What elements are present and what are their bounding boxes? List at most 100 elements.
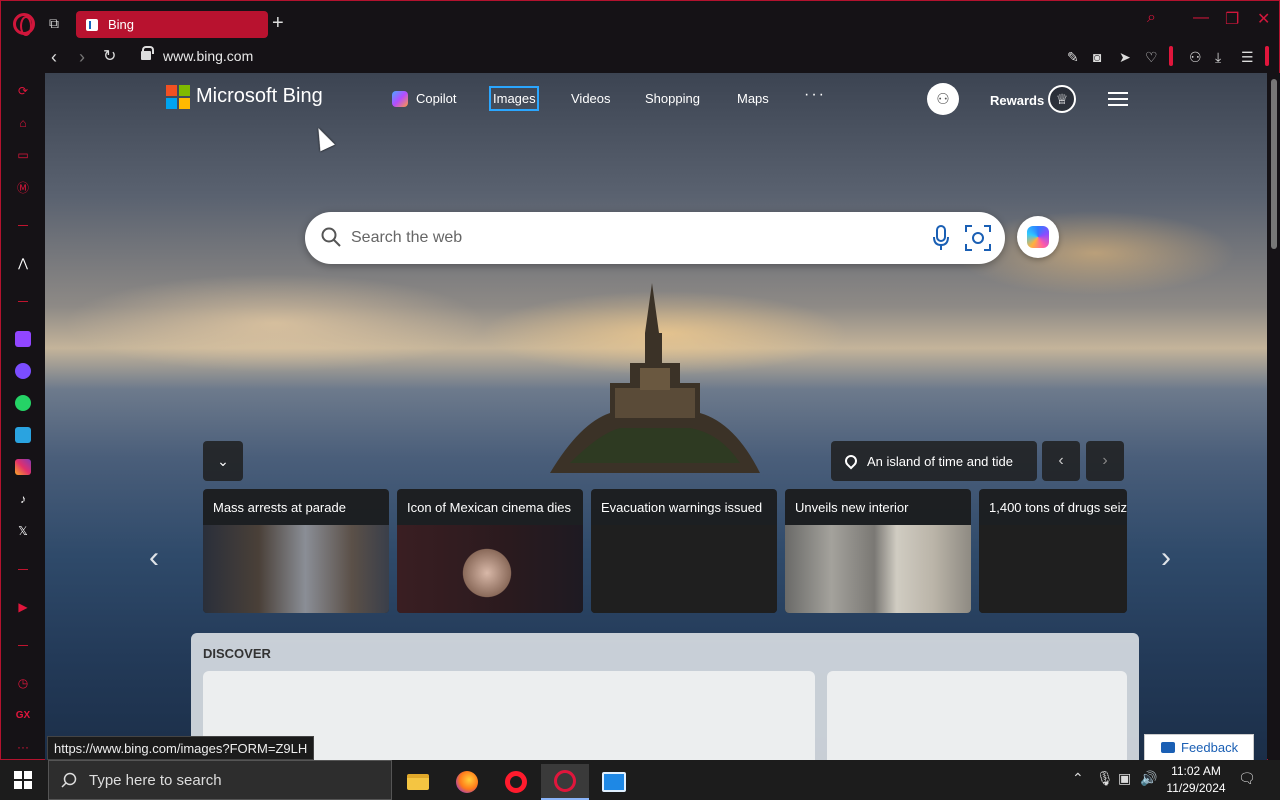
feedback-label: Feedback [1181, 740, 1239, 755]
heart-icon[interactable]: ♡ [1145, 49, 1158, 66]
nav-more-button[interactable]: ··· [804, 86, 826, 104]
taskbar-search[interactable]: Type here to search [48, 760, 392, 800]
history-icon[interactable]: ◷ [13, 673, 33, 693]
gx-mods-icon[interactable]: Ⓜ [13, 177, 33, 197]
scrollbar[interactable] [1268, 73, 1280, 761]
send-icon[interactable]: ➤ [1119, 49, 1131, 66]
whatsapp-icon[interactable] [13, 393, 33, 413]
volume-icon[interactable]: 🔊 [1140, 770, 1157, 787]
news-card[interactable]: Icon of Mexican cinema dies [397, 489, 583, 613]
back-button[interactable]: ‹ [51, 47, 57, 67]
shopping-icon[interactable]: ⌂ [13, 113, 33, 133]
location-pin-icon [842, 452, 860, 470]
network-icon[interactable]: ▣ [1118, 770, 1131, 787]
reload-button[interactable]: ↻ [103, 47, 116, 67]
copilot-button[interactable] [1017, 216, 1059, 258]
status-url-tooltip: https://www.bing.com/images?FORM=Z9LH [47, 736, 315, 760]
news-card[interactable]: 1,400 tons of drugs seize [979, 489, 1127, 613]
news-card-image [397, 525, 583, 613]
search-tabs-icon[interactable]: ⌕ [1147, 9, 1156, 27]
bing-brand[interactable]: Microsoft Bing [196, 85, 323, 108]
download-icon[interactable]: ⤓ [1215, 49, 1221, 66]
news-card-image [979, 525, 1127, 613]
windows-start-icon[interactable] [14, 771, 32, 789]
file-explorer-icon[interactable] [394, 764, 442, 800]
bing-favicon-icon [86, 18, 98, 31]
taskbar-clock[interactable]: 11:02 AM 11/29/2024 [1160, 763, 1232, 797]
feedback-icon [1161, 742, 1175, 753]
gx-corner-icon[interactable]: GX [13, 705, 33, 725]
menu-icon[interactable]: ☰ [1241, 49, 1254, 66]
x-icon[interactable]: 𝕏 [13, 521, 33, 541]
url-field[interactable]: www.bing.com [163, 48, 253, 64]
tab-title: Bing [108, 17, 135, 32]
previous-image-button[interactable]: ‹ [1042, 441, 1080, 481]
news-card-title: Mass arrests at parade [213, 500, 346, 515]
carousel-next-button[interactable]: › [1161, 541, 1171, 575]
divider [18, 569, 28, 570]
nav-maps[interactable]: Maps [737, 91, 769, 106]
news-card-title: Unveils new interior [795, 500, 909, 515]
tiktok-icon[interactable]: ♪ [13, 489, 33, 509]
profile-icon[interactable]: ⚇ [1189, 49, 1202, 66]
trophy-icon[interactable]: ♕ [1048, 85, 1076, 113]
address-bar: ‹ › ↻ www.bing.com ✎ ◙ ➤ ♡ ⚇ ⤓ ☰ [1, 43, 1280, 73]
show-hidden-icons-icon[interactable]: ⌃ [1072, 770, 1084, 787]
notifications-icon[interactable]: 🗨 [1238, 770, 1256, 787]
nav-images[interactable]: Images [493, 91, 536, 106]
maximize-button[interactable]: ❐ [1225, 9, 1239, 29]
speed-dial-icon[interactable]: ⟳ [13, 81, 33, 101]
divider [1265, 46, 1269, 66]
nav-copilot[interactable]: Copilot [416, 91, 456, 106]
instagram-icon[interactable] [13, 457, 33, 477]
search-input[interactable] [351, 224, 911, 252]
collapse-button[interactable]: ⌄ [203, 441, 243, 481]
remote-desktop-icon[interactable] [590, 764, 638, 800]
nav-videos[interactable]: Videos [571, 91, 611, 106]
opera-gx-taskbar-icon[interactable] [541, 764, 589, 800]
edit-icon[interactable]: ✎ [1067, 49, 1079, 66]
rewards-link[interactable]: Rewards [990, 93, 1044, 108]
opera-logo-icon[interactable] [13, 13, 35, 36]
search-box[interactable] [305, 212, 1005, 264]
telegram-icon[interactable] [13, 425, 33, 445]
firefox-icon[interactable] [443, 764, 491, 800]
news-card-image [785, 525, 971, 613]
news-card[interactable]: Unveils new interior [785, 489, 971, 613]
new-tab-button[interactable]: + [272, 13, 284, 33]
microphone-icon[interactable] [931, 225, 951, 251]
player-icon[interactable]: ▶ [13, 597, 33, 617]
next-image-button[interactable]: › [1086, 441, 1124, 481]
feedback-button[interactable]: Feedback [1144, 734, 1254, 761]
aria-icon[interactable]: ⋀ [13, 253, 33, 273]
microphone-tray-icon[interactable]: 🎙 [1096, 770, 1114, 787]
lock-icon[interactable] [141, 46, 154, 60]
carousel-prev-button[interactable]: ‹ [149, 541, 159, 575]
more-icon[interactable]: ··· [13, 737, 33, 757]
forward-button[interactable]: › [79, 47, 85, 67]
nav-shopping[interactable]: Shopping [645, 91, 700, 106]
scrollbar-thumb[interactable] [1271, 79, 1277, 249]
keyboard-icon[interactable]: ▭ [13, 145, 33, 165]
discover-title: DISCOVER [203, 646, 271, 661]
avatar[interactable]: ⚇ [927, 83, 959, 115]
minimize-button[interactable]: — [1193, 9, 1209, 27]
news-card-image [591, 525, 777, 613]
news-card[interactable]: Evacuation warnings issued [591, 489, 777, 613]
twitch-icon[interactable] [13, 329, 33, 349]
page-viewport: Microsoft Bing Copilot Images Videos Sho… [45, 73, 1267, 761]
messenger-icon[interactable] [13, 361, 33, 381]
tab-bing[interactable]: Bing [76, 11, 268, 38]
camera-icon[interactable]: ◙ [1093, 49, 1101, 65]
divider [18, 225, 28, 226]
visual-search-icon[interactable] [965, 225, 991, 251]
image-location-pill[interactable]: An island of time and tide [831, 441, 1037, 481]
discover-card[interactable] [827, 671, 1127, 761]
close-window-button[interactable]: ✕ [1257, 9, 1270, 29]
opera-taskbar-icon[interactable] [492, 764, 540, 800]
copilot-icon[interactable] [392, 91, 408, 107]
hamburger-menu-icon[interactable] [1108, 92, 1128, 106]
tab-switcher-icon[interactable]: ⧉ [49, 15, 67, 31]
news-card[interactable]: Mass arrests at parade [203, 489, 389, 613]
microsoft-logo-icon[interactable] [166, 85, 190, 109]
